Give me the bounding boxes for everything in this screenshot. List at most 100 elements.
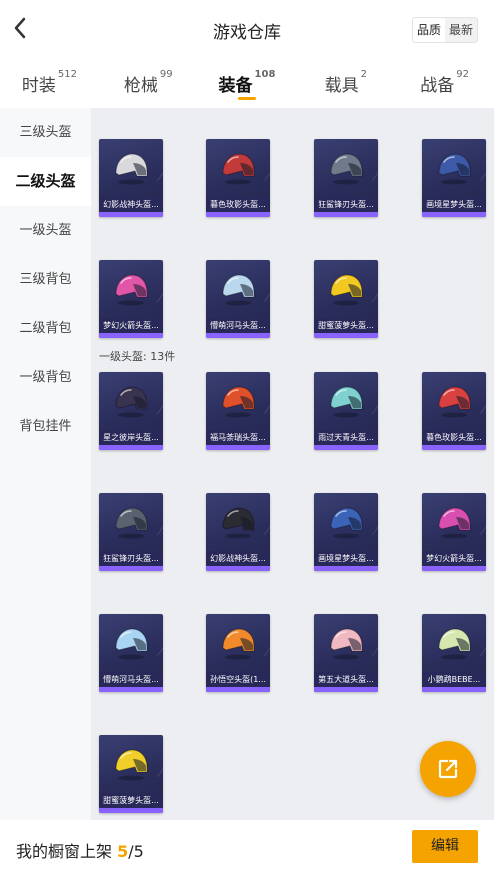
- item-name: 幻影战神头盔...: [99, 197, 163, 212]
- item-grid: 一级头盔: 13件 幻影战神头盔... 暮色玫影头盔... 狂鲨锋刃头盔... 画境星…: [91, 108, 494, 820]
- item-name: 懵萌河马头盔...: [99, 672, 163, 687]
- helmet-icon: [330, 274, 363, 306]
- rarity-bar: [314, 566, 378, 571]
- item-card[interactable]: 懵萌河马头盔...: [206, 260, 270, 338]
- footer-bar: 我的橱窗上架 5/5 编辑: [0, 820, 494, 875]
- edit-button[interactable]: 编辑: [412, 830, 478, 863]
- rarity-bar: [206, 687, 270, 692]
- tab-vehicles[interactable]: 载具2: [296, 60, 395, 108]
- item-name: 暮色玫影头盔...: [422, 430, 486, 445]
- item-name: 幻影战神头盔...: [206, 551, 270, 566]
- item-name: 狂鲨锋刃头盔...: [314, 197, 378, 212]
- item-card[interactable]: 星之彼岸头盔...: [99, 372, 163, 450]
- sidebar-item-level3-helmet[interactable]: 三级头盔: [0, 108, 91, 157]
- tab-weapons[interactable]: 枪械99: [99, 60, 198, 108]
- item-name: 狂鲨锋刃头盔...: [99, 551, 163, 566]
- item-card[interactable]: 梦幻火箭头盔...: [422, 493, 486, 571]
- item-name: 孙悟空头盔(1...: [206, 672, 270, 687]
- item-card[interactable]: 画境星梦头盔...: [422, 139, 486, 217]
- item-card[interactable]: 狂鲨锋刃头盔...: [314, 139, 378, 217]
- rarity-bar: [99, 445, 163, 450]
- sidebar-item-level1-helmet[interactable]: 一级头盔: [0, 206, 91, 255]
- rarity-bar: [206, 566, 270, 571]
- helmet-icon: [115, 274, 148, 306]
- tab-combat-gear[interactable]: 战备92: [395, 60, 494, 108]
- item-name: 梦幻火箭头盔...: [99, 318, 163, 333]
- helmet-icon: [330, 153, 363, 185]
- helmet-icon: [222, 153, 255, 185]
- sidebar-item-level2-backpack[interactable]: 二级背包: [0, 304, 91, 353]
- share-button[interactable]: [420, 741, 476, 797]
- helmet-icon: [330, 628, 363, 660]
- rarity-bar: [99, 687, 163, 692]
- helmet-icon: [222, 386, 255, 418]
- item-name: 梦幻火箭头盔...: [422, 551, 486, 566]
- helmet-icon: [330, 386, 363, 418]
- helmet-icon: [115, 749, 148, 781]
- helmet-icon: [115, 153, 148, 185]
- item-card[interactable]: 第五大道头盔...: [314, 614, 378, 692]
- item-name: 甜蜜菠萝头盔...: [99, 793, 163, 808]
- category-tabs: 时装512 枪械99 装备108 载具2 战备92: [0, 60, 494, 108]
- rarity-bar: [99, 808, 163, 813]
- sort-quality-button[interactable]: 品质: [412, 18, 445, 42]
- helmet-icon: [115, 386, 148, 418]
- sort-newest-button[interactable]: 最新: [445, 18, 477, 42]
- helmet-icon: [438, 628, 471, 660]
- rarity-bar: [314, 212, 378, 217]
- item-card[interactable]: 画境星梦头盔...: [314, 493, 378, 571]
- item-name: 画境星梦头盔...: [422, 197, 486, 212]
- item-name: 懵萌河马头盔...: [206, 318, 270, 333]
- showcase-count: 5: [117, 842, 129, 861]
- helmet-icon: [438, 507, 471, 539]
- item-name: 小鹦鹉BEBE...: [422, 672, 486, 687]
- rarity-bar: [206, 212, 270, 217]
- rarity-bar: [99, 333, 163, 338]
- item-card[interactable]: 暮色玫影头盔...: [206, 139, 270, 217]
- item-card[interactable]: 梦幻火箭头盔...: [99, 260, 163, 338]
- item-name: 第五大道头盔...: [314, 672, 378, 687]
- sidebar: 三级头盔 二级头盔 一级头盔 三级背包 二级背包 一级背包 背包挂件: [0, 108, 91, 820]
- sidebar-item-level3-backpack[interactable]: 三级背包: [0, 255, 91, 304]
- rarity-bar: [99, 212, 163, 217]
- helmet-icon: [222, 628, 255, 660]
- rarity-bar: [422, 687, 486, 692]
- sidebar-item-level2-helmet[interactable]: 二级头盔: [0, 157, 91, 206]
- item-card[interactable]: 孙悟空头盔(1...: [206, 614, 270, 692]
- item-card[interactable]: 幻影战神头盔...: [99, 139, 163, 217]
- rarity-bar: [314, 445, 378, 450]
- item-name: 福马荼瑞头盔...: [206, 430, 270, 445]
- rarity-bar: [206, 333, 270, 338]
- item-name: 画境星梦头盔...: [314, 551, 378, 566]
- rarity-bar: [422, 445, 486, 450]
- helmet-icon: [330, 507, 363, 539]
- sort-toggle: 品质 最新: [411, 17, 478, 43]
- item-card[interactable]: 幻影战神头盔...: [206, 493, 270, 571]
- helmet-icon: [222, 507, 255, 539]
- item-name: 雨过天青头盔...: [314, 430, 378, 445]
- rarity-bar: [314, 333, 378, 338]
- item-card[interactable]: 懵萌河马头盔...: [99, 614, 163, 692]
- item-name: 甜蜜菠萝头盔...: [314, 318, 378, 333]
- item-card[interactable]: 福马荼瑞头盔...: [206, 372, 270, 450]
- section-title-level1-helmet: 一级头盔: 13件: [99, 350, 176, 363]
- sidebar-item-level1-backpack[interactable]: 一级背包: [0, 353, 91, 402]
- helmet-icon: [438, 153, 471, 185]
- sidebar-item-backpack-pendant[interactable]: 背包挂件: [0, 402, 91, 451]
- rarity-bar: [422, 212, 486, 217]
- item-card[interactable]: 甜蜜菠萝头盔...: [314, 260, 378, 338]
- tab-equipment[interactable]: 装备108: [198, 60, 297, 108]
- item-card[interactable]: 狂鲨锋刃头盔...: [99, 493, 163, 571]
- helmet-icon: [222, 274, 255, 306]
- item-card[interactable]: 雨过天青头盔...: [314, 372, 378, 450]
- item-card[interactable]: 暮色玫影头盔...: [422, 372, 486, 450]
- showcase-status: 我的橱窗上架 5/5: [16, 842, 144, 861]
- rarity-bar: [99, 566, 163, 571]
- helmet-icon: [438, 386, 471, 418]
- rarity-bar: [422, 566, 486, 571]
- tab-fashion[interactable]: 时装512: [0, 60, 99, 108]
- item-card[interactable]: 小鹦鹉BEBE...: [422, 614, 486, 692]
- item-name: 星之彼岸头盔...: [99, 430, 163, 445]
- helmet-icon: [115, 507, 148, 539]
- item-card[interactable]: 甜蜜菠萝头盔...: [99, 735, 163, 813]
